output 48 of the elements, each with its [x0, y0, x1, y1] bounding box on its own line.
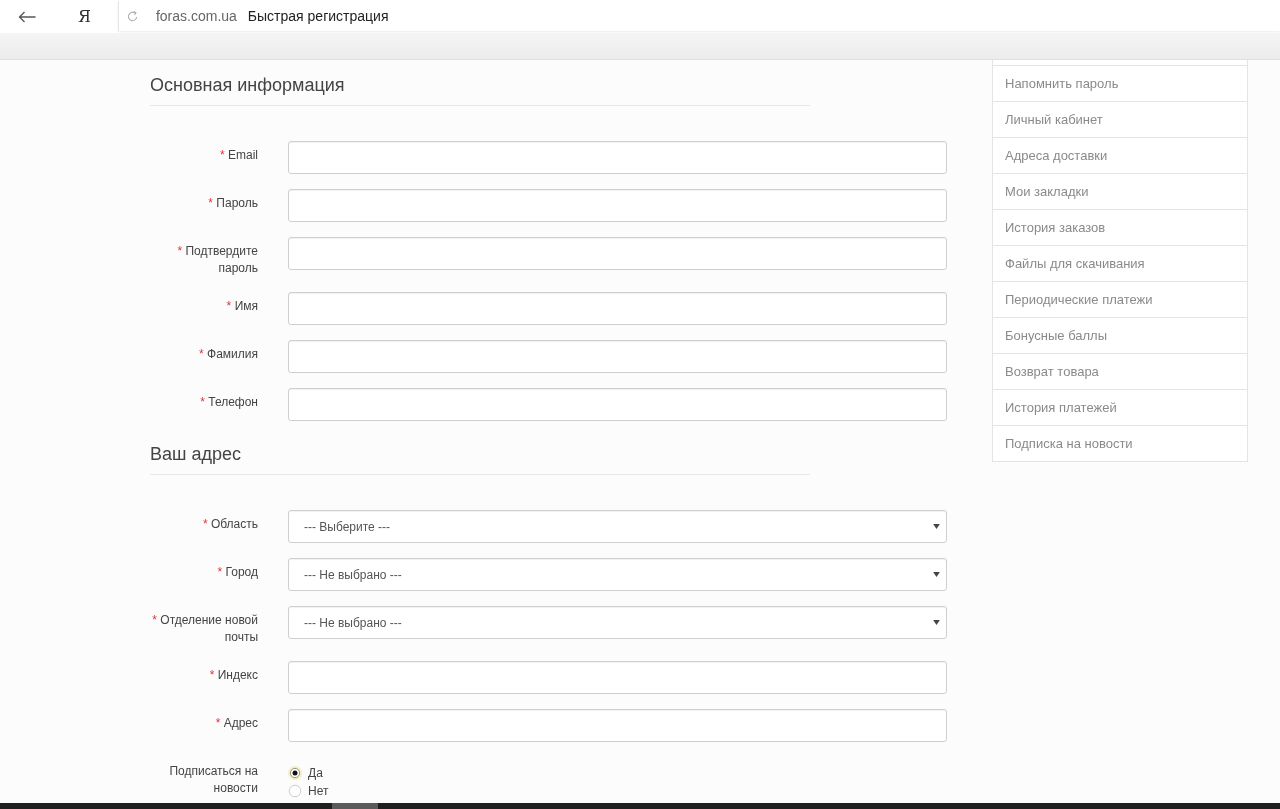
field-label: * Город [217, 565, 258, 579]
caret-icon [933, 572, 940, 577]
page-title: Быстрая регистрация [247, 8, 389, 24]
url-domain: foras.com.ua [155, 8, 237, 24]
field-label: * Индекс [209, 668, 258, 682]
input-field[interactable] [288, 661, 947, 694]
field-label: * Область [202, 517, 258, 531]
field-label: * Подтвердите пароль [177, 244, 258, 275]
menu-link[interactable]: Мои закладки [993, 173, 1247, 209]
menu-link[interactable]: Напомнить пароль [993, 65, 1247, 101]
input-field[interactable] [288, 709, 947, 742]
address-bar[interactable]: foras.com.ua Быстрая регистрация [117, 1, 1280, 31]
caret-icon [933, 620, 940, 625]
menu-link[interactable]: Возврат товара [993, 353, 1247, 389]
reload-icon[interactable] [126, 10, 138, 22]
field-label: * Отделение новой почты [152, 613, 258, 644]
menu-link[interactable]: Периодические платежи [993, 281, 1247, 317]
field-label: * Пароль [208, 196, 258, 210]
section-heading: Ваш адрес [150, 443, 241, 465]
menu-link[interactable]: История платежей [993, 389, 1247, 425]
input-field[interactable] [288, 237, 947, 270]
field-label: * Email [219, 148, 258, 162]
input-field[interactable] [288, 292, 947, 325]
menu-link[interactable]: Подписка на новости [993, 425, 1247, 461]
input-field[interactable] [288, 340, 947, 373]
menu-link[interactable]: Личный кабинет [993, 101, 1247, 137]
radio-option[interactable]: Нет [288, 782, 329, 800]
field-label: * Адрес [215, 716, 258, 730]
logo-button[interactable]: Я [78, 6, 91, 27]
field-label: Подписаться на новости [169, 764, 258, 795]
select-field[interactable]: --- Выберите --- [288, 510, 947, 543]
select-field[interactable]: --- Не выбрано --- [288, 558, 947, 591]
caret-icon [933, 524, 940, 529]
input-field[interactable] [288, 189, 947, 222]
field-label: * Имя [226, 299, 258, 313]
back-icon[interactable] [18, 10, 36, 23]
select-field[interactable]: --- Не выбрано --- [288, 606, 947, 639]
radio-option[interactable]: Да [288, 764, 323, 782]
menu-link[interactable]: Файлы для скачивания [993, 245, 1247, 281]
menu-link[interactable]: История заказов [993, 209, 1247, 245]
menu-link[interactable]: Адреса доставки [993, 137, 1247, 173]
field-label: * Телефон [200, 395, 258, 409]
menu-link[interactable]: Бонусные баллы [993, 317, 1247, 353]
section-heading: Основная информация [150, 74, 345, 96]
horizontal-scrollbar[interactable] [0, 803, 1280, 809]
input-field[interactable] [288, 141, 947, 174]
input-field[interactable] [288, 388, 947, 421]
field-label: * Фамилия [199, 347, 258, 361]
